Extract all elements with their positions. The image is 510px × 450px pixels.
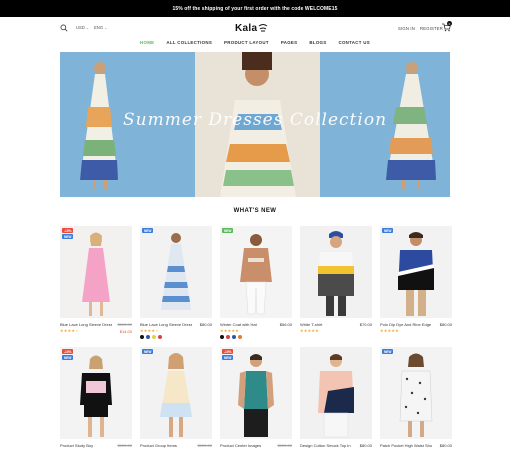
product-price: $120.00 (277, 443, 292, 448)
announcement-text: 15% off the shipping of your first order… (172, 5, 338, 12)
currency-selector[interactable]: USD⌄ (76, 25, 89, 30)
new-badge: NEW (222, 355, 234, 360)
new-badge: NEW (382, 349, 394, 354)
product-price: $66.00 (279, 322, 292, 327)
product-name[interactable]: Product Study Buy (60, 443, 112, 448)
product-rating: ★★★★☆ (140, 328, 159, 333)
chevron-down-icon: ⌄ (104, 25, 108, 30)
logo-text: Kala (235, 22, 258, 34)
product-image[interactable]: NEW (220, 226, 292, 318)
main-navigation: HOME ALL COLLECTIONS PRODUCT LAYOUT PAGE… (0, 40, 510, 50)
product-image[interactable]: NEW (380, 347, 452, 439)
currency-label: USD (76, 25, 85, 30)
new-badge: NEW (142, 349, 154, 354)
product-price: $120.00 (117, 443, 132, 448)
register-link[interactable]: REGISTER (420, 26, 443, 31)
new-badge: NEW (142, 228, 154, 233)
color-swatches (140, 335, 162, 339)
swatch-yellow[interactable] (152, 335, 156, 339)
product-name[interactable]: Product Group Items (140, 443, 192, 448)
product-sale-price: $14.00 (119, 329, 132, 334)
site-header: USD⌄ ENG⌄ Kala SIGN IN REGISTER 0 (0, 17, 510, 39)
product-price: $120.00 (117, 322, 132, 327)
nav-item-product-layout[interactable]: PRODUCT LAYOUT (224, 40, 269, 50)
product-image[interactable]: NEW (380, 226, 452, 318)
banner-title: Summer Dresses Collection (122, 110, 388, 130)
product-name[interactable]: Product Center Images (220, 443, 272, 448)
cart-count-badge: 0 (447, 21, 452, 26)
new-badge: NEW (62, 355, 74, 360)
search-icon[interactable] (60, 24, 68, 32)
announcement-bar: 15% off the shipping of your first order… (0, 0, 510, 17)
product-rating: ★★★★★ (300, 328, 319, 333)
product-name[interactable]: Winter Coat with Hat (220, 322, 272, 327)
product-name[interactable]: Patch Pocket High Waist Shorts (380, 443, 432, 448)
nav-item-all-collections[interactable]: ALL COLLECTIONS (166, 40, 212, 50)
product-price: $120.00 (197, 443, 212, 448)
swatch-black[interactable] (220, 335, 224, 339)
new-badge: NEW (62, 234, 74, 239)
product-name[interactable]: Blue Lace Long Sleeve Dress (140, 322, 192, 327)
swatch-blue[interactable] (146, 335, 150, 339)
nav-item-blogs[interactable]: BLOGS (309, 40, 326, 50)
product-price: $80.00 (439, 443, 452, 448)
sale-badge: -10% (62, 349, 74, 354)
new-badge: NEW (382, 228, 394, 233)
product-image[interactable]: -10% NEW (220, 347, 292, 439)
product-image[interactable]: -10% NEW (60, 347, 132, 439)
product-image[interactable]: NEW (140, 226, 212, 318)
sale-badge: -10% (62, 228, 74, 233)
product-image[interactable] (300, 347, 372, 439)
product-price: $80.00 (359, 443, 372, 448)
nav-item-home[interactable]: HOME (140, 40, 154, 50)
hero-banner[interactable]: Summer Dresses Collection (60, 52, 450, 197)
product-rating: ★★★★★ (380, 328, 399, 333)
product-price: $70.00 (359, 322, 372, 327)
product-price: $80.00 (439, 322, 452, 327)
product-rating: ★★★★☆ (60, 328, 79, 333)
new-badge: NEW (222, 228, 234, 233)
signin-link[interactable]: SIGN IN (398, 26, 415, 31)
product-name[interactable]: Polo Dip Dye And Rine Edge (380, 322, 432, 327)
product-name[interactable]: Blue Lace Long Sleeve Dress (60, 322, 112, 327)
product-image[interactable]: -10% NEW (60, 226, 132, 318)
swatch-red[interactable] (158, 335, 162, 339)
chevron-down-icon: ⌄ (85, 25, 90, 30)
product-name[interactable]: Design Cotton Smock Top In Stripe Orange (300, 443, 352, 448)
swatch-black[interactable] (140, 335, 144, 339)
section-title: WHAT'S NEW (233, 208, 277, 214)
swatch-blue[interactable] (232, 335, 236, 339)
product-rating: ★★★★★ (220, 328, 239, 333)
site-logo[interactable]: Kala (235, 20, 275, 36)
sale-badge: -10% (222, 349, 234, 354)
language-label: ENG (94, 25, 104, 30)
product-price: $80.00 (199, 322, 212, 327)
nav-item-pages[interactable]: PAGES (281, 40, 298, 50)
color-swatches (220, 335, 242, 339)
product-name[interactable]: White T-shirt (300, 322, 352, 327)
nav-item-contact-us[interactable]: CONTACT US (339, 40, 370, 50)
product-image[interactable] (300, 226, 372, 318)
swatch-orange[interactable] (238, 335, 242, 339)
swatch-red[interactable] (226, 335, 230, 339)
product-image[interactable]: NEW (140, 347, 212, 439)
language-selector[interactable]: ENG⌄ (94, 25, 107, 30)
logo-mark-icon (259, 24, 268, 32)
